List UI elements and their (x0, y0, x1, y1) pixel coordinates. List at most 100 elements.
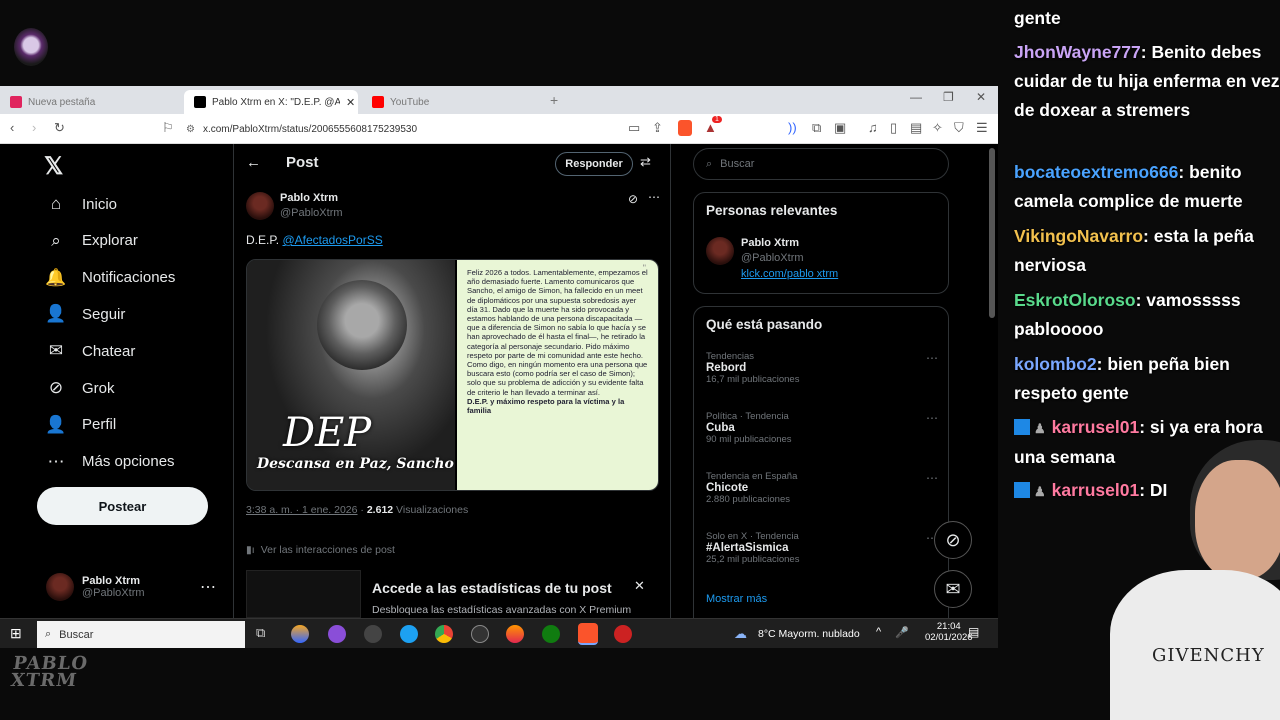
new-tab-icon[interactable]: + (550, 92, 558, 108)
mention-link[interactable]: @AfectadosPorSS (282, 233, 382, 247)
tab-x-post[interactable]: Pablo Xtrm en X: "D.E.P. @Afecta ✕ (184, 90, 358, 114)
memorial-photo: DEP Descansa en Paz, Sancho (247, 260, 455, 490)
premium-subtitle: Desbloquea las estadísticas avanzadas co… (372, 604, 632, 616)
wallet-icon[interactable]: ▤ (910, 120, 922, 136)
chrome-icon[interactable] (435, 625, 453, 643)
relevant-name[interactable]: Pablo Xtrm (741, 237, 799, 249)
trend-item[interactable]: Política · Tendencia Cuba 90 mil publicaci… (706, 411, 938, 445)
x-page: 𝕏 ⌂ Inicio ⌕ Explorar 🔔 Notificaciones 👤 Seguir… (0, 144, 998, 618)
sidebar-item-mas-opciones[interactable]: ⋯ Más opciones (46, 452, 175, 472)
trend-item[interactable]: Solo en X · Tendencia #AlertaSismica 25,2 … (706, 531, 938, 565)
weather-text[interactable]: 8°C Mayorm. nublado (758, 628, 860, 640)
bookmark-icon[interactable]: ⚐ (162, 120, 174, 136)
extensions-icon[interactable]: ⧉ (812, 120, 821, 136)
sidebar-item-perfil[interactable]: 👤 Perfil (45, 415, 116, 435)
post-image[interactable]: DEP Descansa en Paz, Sancho " Feliz 2026… (246, 259, 659, 491)
scrollbar[interactable] (989, 148, 995, 318)
interactions-link[interactable]: ▮ı Ver las interacciones de post (246, 544, 395, 556)
leo-icon[interactable]: ✧ (932, 120, 943, 136)
search-icon: ⌕ (706, 157, 713, 170)
reload-icon[interactable]: ↻ (54, 120, 65, 136)
minimize-icon[interactable]: — (910, 90, 922, 104)
right-sidebar: ⌕ Buscar Personas relevantes Pablo Xtrm … (693, 144, 950, 618)
chat-message: gente (1014, 4, 1280, 33)
relevant-link[interactable]: klck.com/pablo xtrm (741, 268, 838, 280)
post-author[interactable]: Pablo Xtrm (280, 192, 338, 204)
more-icon[interactable]: ⋯ (926, 351, 938, 365)
reply-button[interactable]: Responder (555, 152, 633, 176)
show-more-link[interactable]: Mostrar más (706, 593, 767, 605)
vpn-icon[interactable]: ⛉ (954, 120, 964, 136)
screenshot-icon[interactable]: ▣ (834, 120, 846, 136)
search-input[interactable]: ⌕ Buscar (693, 148, 949, 180)
store-app-icon[interactable] (291, 625, 309, 643)
sidebar-toggle-icon[interactable]: ▯ (890, 120, 897, 136)
filter-icon[interactable]: ⇄ (640, 154, 651, 170)
app-icon[interactable] (364, 625, 382, 643)
close-tab-icon[interactable]: ✕ (346, 96, 355, 109)
post-button[interactable]: Postear (37, 487, 208, 525)
url-field[interactable]: ⚙ x.com/PabloXtrm/status/200655560817523… (186, 118, 626, 140)
windows-start-icon[interactable]: ⊞ (10, 625, 22, 642)
task-view-icon[interactable]: ⧉ (256, 625, 265, 641)
back-icon[interactable]: ‹ (10, 120, 14, 135)
brave-shield-icon[interactable] (678, 120, 692, 136)
more-icon[interactable]: ⋯ (926, 411, 938, 425)
window-close-icon[interactable]: ✕ (976, 90, 986, 104)
notification-icon[interactable]: ▤ (968, 625, 979, 639)
more-icon[interactable]: ⋯ (648, 190, 660, 204)
app-icon[interactable] (328, 625, 346, 643)
xbox-icon[interactable] (542, 625, 560, 643)
tab-bar: Nueva pestaña Pablo Xtrm en X: "D.E.P. @… (0, 86, 998, 114)
sidebar-item-grok[interactable]: ⊘ Grok (46, 378, 115, 398)
tab-new[interactable]: Nueva pestaña (0, 90, 182, 114)
account-handle: @PabloXtrm (82, 587, 145, 599)
more-icon[interactable]: ⋯ (200, 577, 216, 597)
follow-icon: 👤 (45, 304, 67, 324)
grok-fab-icon[interactable]: ⊘ (934, 521, 972, 559)
app-icon[interactable] (400, 625, 418, 643)
account-switcher[interactable]: Pablo Xtrm @PabloXtrm ⋯ (46, 567, 236, 607)
statement-note: " Feliz 2026 a todos. Lamentablemente, e… (457, 260, 658, 490)
trend-count: 2.880 publicaciones (706, 494, 790, 505)
maximize-icon[interactable]: ❐ (943, 90, 954, 104)
x-logo-icon (194, 96, 206, 108)
brave-icon[interactable] (578, 623, 598, 645)
more-icon[interactable]: ⋯ (926, 471, 938, 485)
forward-icon[interactable]: › (32, 120, 36, 135)
site-info-icon[interactable]: ⚙ (186, 124, 195, 135)
sidebar-item-label: Seguir (82, 305, 126, 323)
post-handle[interactable]: @PabloXtrm (280, 207, 343, 219)
grok-icon[interactable]: ⊘ (628, 192, 638, 206)
youtube-icon (372, 96, 384, 108)
close-icon[interactable]: ✕ (634, 578, 645, 594)
firefox-icon[interactable] (506, 625, 524, 643)
sidebar-item-chatear[interactable]: ✉ Chatear (46, 341, 136, 361)
chevron-up-icon[interactable]: ^ (876, 626, 881, 638)
post-time[interactable]: 3:38 a. m. · 1 ene. 2026 (246, 504, 358, 516)
bell-icon: 🔔 (45, 267, 67, 287)
x-logo-icon[interactable]: 𝕏 (44, 152, 63, 181)
cast-icon[interactable]: ▭ (628, 120, 640, 136)
sidebar-item-inicio[interactable]: ⌂ Inicio (46, 194, 117, 214)
trend-item[interactable]: Tendencias Rebord 16,7 mil publicaciones ⋯ (706, 351, 938, 385)
message-fab-icon[interactable]: ✉ (934, 570, 972, 608)
clock[interactable]: 21:04 02/01/2026 (925, 621, 973, 643)
media-player-icon[interactable] (471, 625, 489, 643)
menu-icon[interactable]: ☰ (976, 120, 988, 136)
trend-item[interactable]: Tendencia en España Chicote 2.880 publicac… (706, 471, 938, 505)
trend-name: Chicote (706, 482, 749, 494)
avatar[interactable] (706, 237, 734, 265)
avatar[interactable] (246, 192, 274, 220)
tab-youtube[interactable]: YouTube (362, 90, 544, 114)
back-arrow-icon[interactable]: ← (246, 154, 261, 171)
share-icon[interactable]: ⇪ (652, 120, 663, 136)
audio-icon[interactable]: )) (788, 120, 797, 135)
music-icon[interactable]: ♫ (868, 120, 878, 135)
sidebar-item-notificaciones[interactable]: 🔔 Notificaciones (45, 267, 175, 288)
sidebar-item-explorar[interactable]: ⌕ Explorar (46, 231, 138, 251)
sidebar-item-seguir[interactable]: 👤 Seguir (45, 304, 126, 324)
taskbar-search[interactable]: ⌕ Buscar (37, 621, 245, 648)
mic-icon[interactable]: 🎤 (895, 626, 909, 639)
obs-icon[interactable] (614, 625, 632, 643)
